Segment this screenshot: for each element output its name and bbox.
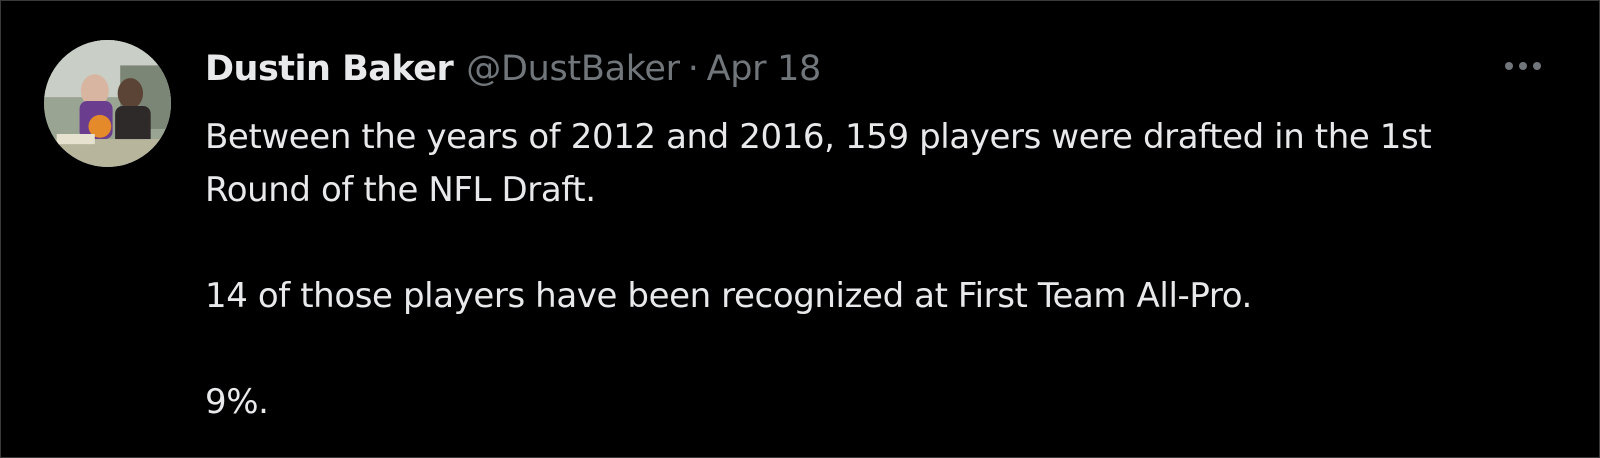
more-horizontal-icon: [1505, 62, 1541, 70]
tweet-header: Dustin Baker @DustBaker · Apr 18: [205, 47, 821, 91]
tweet-text-line: 14 of those players have been recognized…: [205, 276, 1252, 316]
more-button[interactable]: [1501, 51, 1545, 81]
author-handle[interactable]: @DustBaker: [466, 47, 680, 91]
tweet-date[interactable]: Apr 18: [707, 47, 822, 91]
tweet-text-line: 9%.: [205, 382, 269, 422]
tweet-text: Between the years of 2012 and 2016, 159 …: [205, 111, 1535, 429]
avatar-photo-icon: [44, 40, 171, 167]
header-separator: ·: [687, 49, 699, 89]
tweet-text-line: Round of the NFL Draft.: [205, 170, 596, 210]
avatar[interactable]: [44, 40, 171, 167]
tweet-text-line: Between the years of 2012 and 2016, 159 …: [205, 117, 1432, 157]
tweet-frame: Dustin Baker @DustBaker · Apr 18 Between…: [0, 0, 1600, 458]
tweet-card[interactable]: Dustin Baker @DustBaker · Apr 18 Between…: [1, 1, 1599, 457]
author-name[interactable]: Dustin Baker: [205, 47, 454, 91]
